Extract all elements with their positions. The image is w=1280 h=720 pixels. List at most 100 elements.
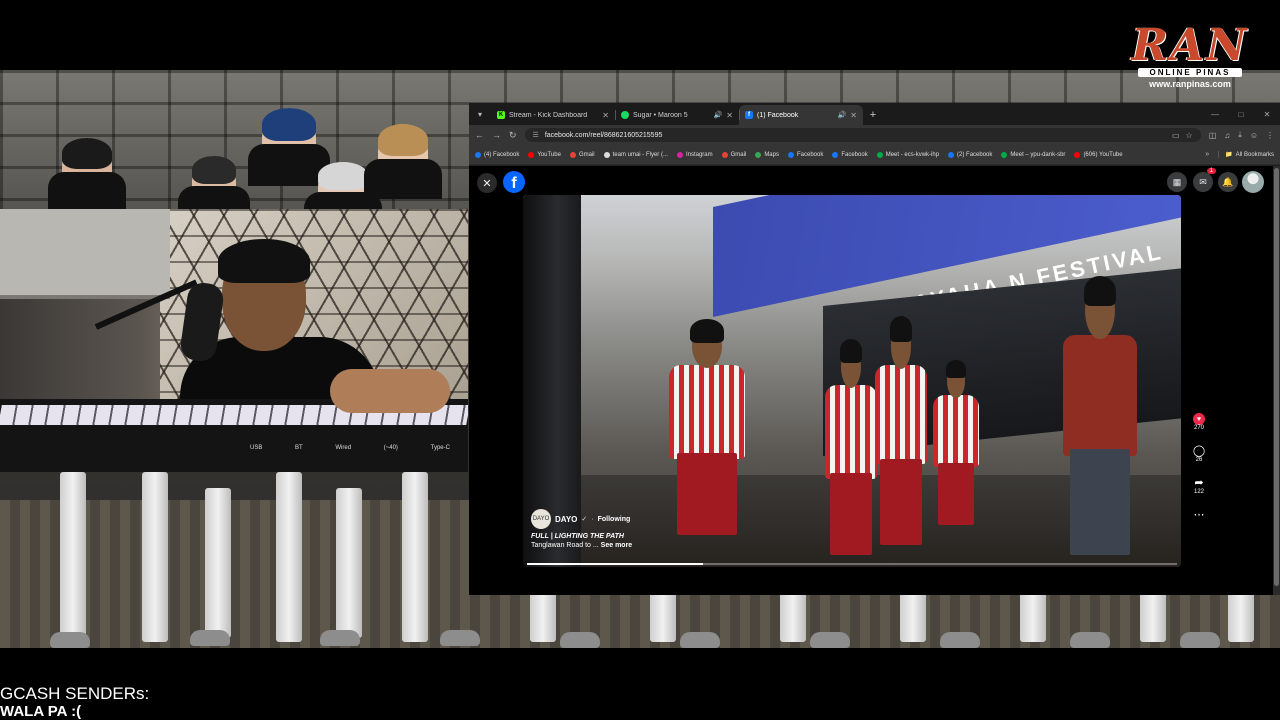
profile-icon[interactable]: ☺ (1250, 131, 1258, 140)
streamer-hair (218, 239, 310, 283)
bookmark-item[interactable]: Maps (755, 151, 779, 158)
bookmark-star-icon[interactable]: ☆ (1186, 131, 1193, 140)
bookmark-item[interactable]: Facebook (787, 151, 823, 158)
page-scrollbar[interactable] (1273, 166, 1280, 595)
browser-window: ▾ K Stream - Kick Dashboard ✕ Sugar • Ma… (469, 103, 1280, 595)
window-controls: — □ ✕ (1202, 103, 1280, 125)
reel-title: FULL | LIGHTING THE PATH (531, 533, 624, 540)
page-name[interactable]: DAYO (555, 515, 577, 524)
tab-search-icon[interactable]: ▾ (469, 103, 491, 125)
cast-icon[interactable]: ▭ (1172, 131, 1180, 140)
bookmark-item[interactable]: Facebook (832, 151, 868, 158)
more-options-button[interactable]: ⋯ (1192, 507, 1206, 521)
bookmark-item[interactable]: (2) Facebook (948, 151, 992, 158)
menu-grid-button[interactable]: ▦ (1167, 172, 1187, 192)
bookmark-item[interactable]: Meet – ypu-dank-sbr (1001, 151, 1065, 158)
browser-toolbar: ← → ↻ ☰ facebook.com/reel/86862160521559… (469, 125, 1280, 145)
see-more-button[interactable]: See more (601, 542, 633, 549)
reel-description: Tanglawan Road to ... See more (531, 542, 831, 549)
flyer-icon (603, 151, 610, 158)
messenger-button[interactable]: ✉ 1 (1193, 168, 1216, 192)
bookmark-item[interactable]: Gmail (569, 151, 595, 158)
speaker-icon[interactable]: 🔊 (838, 111, 847, 119)
bookmark-item[interactable]: (606) YouTube (1074, 151, 1123, 158)
share-count: 122 (1193, 489, 1204, 495)
gcash-label: GCASH SENDERs: (0, 684, 150, 703)
character-leg (205, 488, 231, 638)
url-text: facebook.com/reel/868621605215595 (544, 131, 663, 139)
like-button[interactable]: ♥ 270 (1193, 413, 1205, 431)
comment-button[interactable]: ◯ 26 (1192, 443, 1206, 464)
close-tab-icon[interactable]: ✕ (850, 111, 857, 120)
downloads-icon[interactable]: ⤓ (1238, 130, 1242, 140)
media-control-icon[interactable]: ♫ (1224, 131, 1230, 140)
google-icon (569, 151, 576, 158)
tab-title: Stream - Kick Dashboard (509, 111, 588, 119)
scrollbar-thumb[interactable] (1274, 168, 1279, 586)
tab-title: (1) Facebook (757, 111, 799, 119)
bookmark-item[interactable]: YouTube (528, 151, 561, 158)
page-avatar[interactable]: DAYO (531, 509, 551, 529)
close-reel-button[interactable]: ✕ (477, 173, 497, 193)
character-shoe (1070, 632, 1110, 648)
character-leg (1228, 590, 1254, 642)
close-tab-icon[interactable]: ✕ (602, 111, 609, 120)
more-bookmarks-icon[interactable]: » (1205, 151, 1209, 158)
address-bar[interactable]: ☰ facebook.com/reel/868621605215595 ▭ ☆ (524, 128, 1201, 142)
character-leg (780, 590, 806, 642)
tab-facebook[interactable]: f (1) Facebook 🔊 ✕ (739, 105, 863, 125)
notification-badge: 1 (1206, 168, 1216, 174)
meet-icon (1001, 151, 1008, 158)
bookmark-label: Instagram (685, 151, 713, 158)
kick-icon: K (497, 111, 505, 119)
bookmark-item[interactable]: Gmail (721, 151, 746, 158)
share-icon: ➦ (1194, 476, 1204, 489)
all-bookmarks-button[interactable]: 📁 All Bookmarks (1218, 151, 1274, 158)
streamer-hand (330, 369, 450, 413)
bell-icon: 🔔 (1222, 176, 1234, 187)
bookmark-label: (606) YouTube (1083, 151, 1123, 158)
forward-icon[interactable]: → (492, 130, 501, 140)
bookmark-label: Meet - ecs-kvwk-ihp (885, 151, 940, 158)
spotify-icon (621, 111, 629, 119)
heart-icon: ♥ (1193, 413, 1205, 425)
logo-brand: RAN (1131, 20, 1249, 71)
keyboard-label: Type-C (430, 445, 450, 451)
maximize-icon[interactable]: □ (1228, 103, 1254, 125)
bookmark-item[interactable]: Instagram (676, 151, 713, 158)
facebook-logo-icon[interactable]: f (503, 171, 525, 193)
keyboard-label: (~40) (383, 445, 398, 451)
bookmark-label: Maps (764, 151, 779, 158)
share-button[interactable]: ➦ 122 (1192, 475, 1206, 496)
character-shoe (440, 630, 480, 646)
video-progress-bar[interactable] (527, 563, 1177, 565)
game-character (304, 162, 382, 227)
profile-avatar[interactable] (1242, 171, 1264, 193)
keyboard-labels: USB BT Wired (~40) Type-C (250, 445, 450, 451)
facebook-icon (832, 151, 839, 158)
browser-menu-icon[interactable]: ⋮ (1266, 131, 1274, 140)
minimize-icon[interactable]: — (1202, 103, 1228, 125)
following-button[interactable]: Following (598, 516, 631, 523)
close-window-icon[interactable]: ✕ (1254, 103, 1280, 125)
bookmark-item[interactable]: Meet - ecs-kvwk-ihp (876, 151, 940, 158)
notifications-button[interactable]: 🔔 (1218, 172, 1238, 192)
reel-video[interactable]: NGGAYAHA N FESTIVAL DAYO DAYO ✓ · Follow… (523, 195, 1181, 567)
bookmark-item[interactable]: (4) Facebook (475, 151, 519, 158)
speaker-icon[interactable]: 🔊 (714, 111, 723, 119)
like-count: 270 (1193, 425, 1204, 431)
keyboard-label: BT (295, 445, 303, 451)
close-tab-icon[interactable]: ✕ (726, 111, 733, 120)
bookmark-item[interactable]: team umai - Flyer (... (603, 151, 668, 158)
bookmark-label: YouTube (537, 151, 561, 158)
back-icon[interactable]: ← (475, 130, 484, 140)
tab-kick-dashboard[interactable]: K Stream - Kick Dashboard ✕ (491, 105, 615, 125)
new-tab-button[interactable]: + (863, 105, 883, 125)
caption-header: DAYO DAYO ✓ · Following (531, 509, 831, 529)
extensions-icon[interactable]: ◫ (1209, 131, 1217, 140)
reload-icon[interactable]: ↻ (509, 130, 517, 141)
tab-spotify[interactable]: Sugar • Maroon 5 🔊 ✕ (615, 105, 739, 125)
video-person (933, 359, 979, 525)
gcash-value: WALA PA :( (0, 703, 82, 720)
site-info-icon[interactable]: ☰ (533, 131, 539, 139)
